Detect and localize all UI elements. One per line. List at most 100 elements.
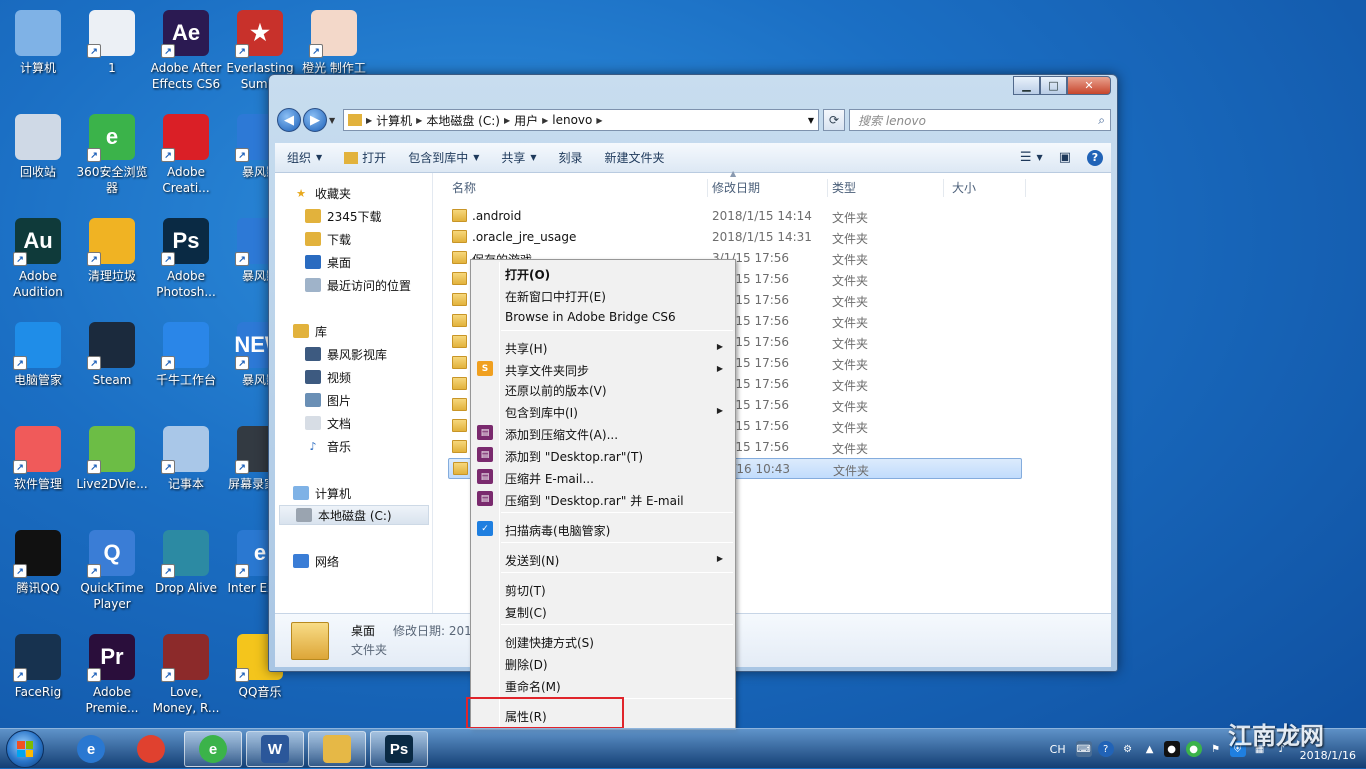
start-button[interactable] — [6, 730, 44, 768]
history-dropdown[interactable]: ▼ — [329, 116, 339, 125]
minimize-button[interactable]: ▁ — [1013, 76, 1040, 95]
nav-favorites[interactable]: ★ 收藏夹 — [293, 183, 351, 203]
menu-item[interactable]: 创建快捷方式(S) — [473, 630, 733, 652]
menu-item[interactable]: S 共享文件夹同步 ▶ — [473, 358, 733, 380]
search-icon[interactable]: ⌕ — [1098, 113, 1105, 128]
nav-item-videos[interactable]: 视频 — [305, 367, 351, 387]
column-header-name[interactable]: 名称 — [452, 179, 708, 197]
help-icon[interactable]: ? — [1097, 741, 1114, 757]
nav-item-pictures[interactable]: 图片 — [305, 390, 351, 410]
taskbar-internet-explorer-button[interactable]: e — [62, 731, 120, 767]
desktop-icon[interactable]: ↗ 软件管理 — [0, 420, 76, 524]
desktop-icon[interactable]: ↗ 腾讯QQ — [0, 524, 76, 628]
ime-icon[interactable]: ⌨ — [1075, 741, 1092, 757]
menu-item[interactable]: Browse in Adobe Bridge CS6 — [473, 306, 733, 328]
desktop-icon[interactable]: ↗ 清理垃圾 — [74, 212, 150, 316]
nav-item-recent-places[interactable]: 最近访问的位置 — [305, 275, 411, 295]
column-header-date[interactable]: 修改日期 — [712, 179, 828, 197]
breadcrumb-users[interactable]: 用户 — [514, 112, 538, 129]
flag-icon[interactable]: ⚑ — [1208, 741, 1224, 757]
search-input[interactable]: 搜索 lenovo ⌕ — [849, 109, 1111, 131]
taskbar-photoshop-button[interactable]: Ps — [370, 731, 428, 767]
back-button[interactable]: ◀ — [277, 108, 301, 132]
forward-button[interactable]: ▶ — [303, 108, 327, 132]
preview-pane-button[interactable]: ▣ — [1051, 150, 1079, 165]
menu-item[interactable]: 重命名(M) — [473, 674, 733, 696]
desktop-icon[interactable]: ↗ 电脑管家 — [0, 316, 76, 420]
open-button[interactable]: 打开 — [332, 149, 396, 166]
taskbar-word-button[interactable]: W — [246, 731, 304, 767]
menu-item[interactable]: ▤ 压缩并 E-mail... — [473, 466, 733, 488]
breadcrumb-arrow-icon[interactable]: ▶ — [542, 116, 548, 125]
menu-item[interactable]: ▤ 添加到 "Desktop.rar"(T) — [473, 444, 733, 466]
help-button[interactable]: ? — [1079, 149, 1111, 166]
desktop-icon[interactable]: Q ↗ QuickTime Player — [74, 524, 150, 628]
share-button[interactable]: 共享 ▼ — [489, 149, 546, 166]
breadcrumb-arrow-icon[interactable]: ▶ — [416, 116, 422, 125]
desktop-icon[interactable]: 计算机 — [0, 4, 76, 108]
breadcrumb-arrow-icon[interactable]: ▶ — [366, 116, 372, 125]
maximize-button[interactable]: □ — [1040, 76, 1067, 95]
view-options-button[interactable]: ☰ ▼ — [1012, 150, 1051, 165]
table-row[interactable]: .oracle_jre_usage 2018/1/15 14:31 文件夹 — [448, 227, 1022, 248]
close-button[interactable]: ✕ — [1067, 76, 1111, 95]
chevron-down-icon[interactable]: ▼ — [808, 116, 814, 125]
desktop-icon[interactable]: ↗ 记事本 — [148, 420, 224, 524]
desktop-icon[interactable]: 回收站 — [0, 108, 76, 212]
desktop-icon[interactable]: e ↗ 360安全浏览器 — [74, 108, 150, 212]
burn-button[interactable]: 刻录 — [547, 149, 593, 166]
taskbar-chrome-button[interactable] — [122, 731, 180, 767]
desktop-icon[interactable]: Ae ↗ Adobe After Effects CS6 — [148, 4, 224, 108]
breadcrumb-local-disk[interactable]: 本地磁盘 (C:) — [426, 112, 500, 129]
menu-item[interactable]: 删除(D) — [473, 652, 733, 674]
nav-item-desktop[interactable]: 桌面 — [305, 252, 351, 272]
table-row[interactable]: .android 2018/1/15 14:14 文件夹 — [448, 206, 1022, 227]
menu-item[interactable]: ▤ 添加到压缩文件(A)... — [473, 422, 733, 444]
nav-libraries[interactable]: 库 — [293, 321, 327, 341]
desktop-icon[interactable]: ↗ Love, Money, R... — [148, 628, 224, 732]
include-in-library-button[interactable]: 包含到库中 ▼ — [396, 149, 489, 166]
new-folder-button[interactable]: 新建文件夹 — [593, 149, 675, 166]
qq-icon[interactable]: ● — [1163, 741, 1180, 757]
menu-item[interactable]: 共享(H) ▶ — [473, 336, 733, 358]
nav-item-music[interactable]: ♪ 音乐 — [305, 436, 351, 456]
desktop-icon[interactable]: ↗ Steam — [74, 316, 150, 420]
column-header-size[interactable]: 大小 — [952, 179, 1026, 197]
nav-item-baofeng-library[interactable]: 暴风影视库 — [305, 344, 387, 364]
organize-button[interactable]: 组织 ▼ — [275, 149, 332, 166]
menu-item[interactable]: 发送到(N) ▶ — [473, 548, 733, 570]
nav-network[interactable]: 网络 — [293, 551, 339, 571]
menu-item[interactable]: 打开(O) — [473, 262, 733, 284]
desktop-icon[interactable]: ↗ 千牛工作台 — [148, 316, 224, 420]
breadcrumb-arrow-icon[interactable]: ▶ — [596, 116, 602, 125]
refresh-button[interactable]: ⟳ — [823, 109, 845, 131]
desktop-icon[interactable]: Pr ↗ Adobe Premie... — [74, 628, 150, 732]
desktop-icon[interactable]: ↗ FaceRig — [0, 628, 76, 732]
nav-item-downloads[interactable]: 下载 — [305, 229, 351, 249]
nav-computer[interactable]: 计算机 — [293, 483, 351, 503]
nav-item-local-disk[interactable]: 本地磁盘 (C:) — [279, 505, 429, 525]
nav-item-2345-downloads[interactable]: 2345下载 — [305, 206, 382, 226]
menu-item[interactable]: 还原以前的版本(V) — [473, 378, 733, 400]
input-language[interactable]: CH — [1050, 743, 1066, 756]
desktop-icon[interactable]: ↗ Drop Alive — [148, 524, 224, 628]
breadcrumb-arrow-icon[interactable]: ▶ — [504, 116, 510, 125]
desktop-icon[interactable]: Au ↗ Adobe Audition — [0, 212, 76, 316]
menu-item[interactable]: ✓ 扫描病毒(电脑管家) — [473, 518, 733, 540]
desktop-icon[interactable]: ↗ 1 — [74, 4, 150, 108]
menu-item[interactable]: 复制(C) — [473, 600, 733, 622]
desktop-icon[interactable]: ↗ Adobe Creati... — [148, 108, 224, 212]
desktop-icon[interactable]: ↗ Live2DVie... — [74, 420, 150, 524]
chevron-up-icon[interactable]: ▲ — [1142, 741, 1158, 757]
settings-icon[interactable]: ⚙ — [1120, 741, 1136, 757]
menu-item[interactable]: 在新窗口中打开(E) — [473, 284, 733, 306]
column-header-type[interactable]: 类型 — [832, 179, 944, 197]
address-bar[interactable]: ▶ 计算机 ▶ 本地磁盘 (C:) ▶ 用户 ▶ lenovo ▶ ▼ — [343, 109, 819, 131]
menu-item[interactable]: 包含到库中(I) ▶ — [473, 400, 733, 422]
taskbar-360-browser-button[interactable]: e — [184, 731, 242, 767]
breadcrumb-lenovo[interactable]: lenovo — [552, 113, 592, 127]
breadcrumb-computer[interactable]: 计算机 — [376, 112, 412, 129]
taskbar-file-explorer-button[interactable] — [308, 731, 366, 767]
nav-item-documents[interactable]: 文档 — [305, 413, 351, 433]
360-icon[interactable]: ● — [1185, 741, 1202, 757]
